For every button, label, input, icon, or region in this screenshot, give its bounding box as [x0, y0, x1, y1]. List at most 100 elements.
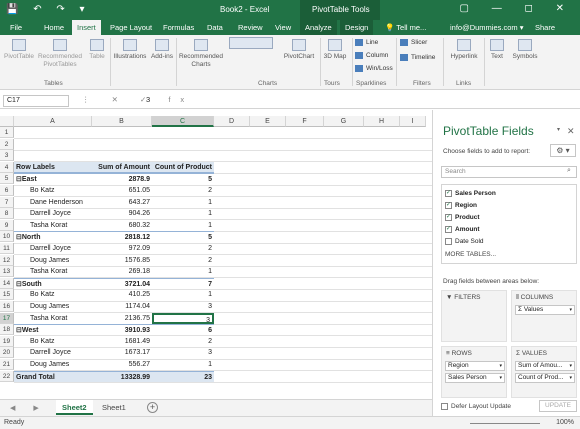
pane-close-button[interactable]: ✕ [567, 126, 575, 137]
table-cell[interactable]: Bo Katz [14, 289, 92, 300]
filters-area[interactable]: ▼ FILTERS [441, 290, 507, 342]
grand-total-cell[interactable]: Grand Total [14, 370, 92, 382]
row-header[interactable]: 7 [0, 196, 14, 208]
values-area[interactable]: Σ VALUES Sum of Amou... ▾ Count of Prod..… [511, 346, 577, 398]
share-button[interactable]: Share [535, 23, 555, 32]
region-cell[interactable]: ⊟South [14, 277, 92, 289]
sheet-tab-sheet2[interactable]: Sheet2 [56, 400, 93, 415]
sheet-nav-arrows[interactable]: ◀ ▶ [10, 404, 47, 412]
table-cell[interactable]: 972.09 [92, 243, 152, 254]
table-cell[interactable]: 2 [152, 255, 214, 266]
grand-total-cell[interactable]: 13328.99 [92, 370, 152, 382]
table-cell[interactable] [152, 139, 214, 150]
table-cell[interactable]: Darrell Joyce [14, 208, 92, 219]
values-chip-sum-amount[interactable]: Sum of Amou... ▾ [515, 361, 575, 371]
row-header[interactable]: 4 [0, 161, 14, 173]
table-cell[interactable]: Doug James [14, 255, 92, 266]
region-cell[interactable]: 2878.9 [92, 173, 152, 184]
row-header[interactable]: 22 [0, 370, 14, 382]
account-menu[interactable]: info@Dummies.com ▾ [450, 23, 523, 32]
field-checkbox[interactable]: ✓ [445, 226, 452, 233]
sparkline-column-button[interactable]: Column [355, 52, 388, 59]
illustrations-button[interactable]: Illustrations [112, 39, 148, 61]
table-cell[interactable]: 2 [152, 243, 214, 254]
tab-analyze[interactable]: Analyze [300, 20, 337, 35]
table-cell[interactable]: Doug James [14, 359, 92, 370]
field-checkbox[interactable]: ✓ [445, 202, 452, 209]
table-cell[interactable]: Bo Katz [14, 185, 92, 196]
row-header[interactable]: 20 [0, 347, 14, 359]
row-header[interactable]: 8 [0, 208, 14, 220]
gear-icon[interactable]: ⚙ ▾ [550, 144, 576, 157]
table-cell[interactable]: 2136.75 [92, 313, 152, 324]
row-header[interactable]: 18 [0, 324, 14, 336]
table-cell[interactable]: 3 [152, 312, 214, 324]
column-header-i[interactable]: I [400, 116, 426, 127]
formula-icons[interactable]: ⋮ ✕ ✓ fx [82, 95, 194, 104]
text-button[interactable]: Text [486, 39, 508, 61]
row-header[interactable]: 21 [0, 359, 14, 370]
table-cell[interactable]: Dane Henderson [14, 197, 92, 208]
table-button[interactable]: Table [86, 39, 108, 61]
row-header[interactable]: 15 [0, 289, 14, 301]
table-cell[interactable] [14, 150, 92, 161]
3d-map-button[interactable]: 3D Map [322, 39, 348, 61]
pane-options-dropdown[interactable]: ▾ [557, 126, 560, 133]
field-checkbox[interactable]: ✓ [445, 214, 452, 221]
row-header[interactable]: 14 [0, 277, 14, 289]
tell-me-box[interactable]: 💡 Tell me... [385, 23, 426, 32]
tab-formulas[interactable]: Formulas [163, 23, 194, 32]
column-header-g[interactable]: G [324, 116, 364, 127]
column-header-a[interactable]: A [14, 116, 92, 127]
table-cell[interactable]: 269.18 [92, 266, 152, 277]
row-header[interactable]: 9 [0, 219, 14, 231]
add-sheet-button[interactable]: + [147, 402, 158, 413]
addins-button[interactable]: Add-ins [150, 39, 174, 61]
defer-layout-update[interactable]: Defer Layout Update [441, 403, 511, 410]
table-cell[interactable] [152, 127, 214, 138]
row-header[interactable]: 5 [0, 173, 14, 185]
field-checkbox[interactable]: ✓ [445, 190, 452, 197]
update-button[interactable]: UPDATE [539, 400, 577, 412]
rows-area[interactable]: ≡ ROWS Region ▾ Sales Person ▾ [441, 346, 507, 398]
column-header-e[interactable]: E [250, 116, 286, 127]
table-cell[interactable]: 1 [152, 197, 214, 208]
sparkline-winloss-button[interactable]: Win/Loss [355, 65, 393, 72]
tab-file[interactable]: File [10, 23, 22, 32]
sheet-tab-sheet1[interactable]: Sheet1 [96, 400, 132, 415]
table-cell[interactable] [14, 139, 92, 150]
formula-input[interactable]: 3 [146, 95, 150, 104]
region-cell[interactable]: 3910.93 [92, 324, 152, 335]
grand-total-cell[interactable]: 23 [152, 370, 214, 382]
pivot-header-cell[interactable]: Sum of Amount [92, 161, 152, 173]
table-cell[interactable]: 1 [152, 266, 214, 277]
table-cell[interactable]: 904.26 [92, 208, 152, 219]
region-cell[interactable]: 6 [152, 324, 214, 335]
table-cell[interactable]: 1 [152, 359, 214, 370]
table-cell[interactable]: 643.27 [92, 197, 152, 208]
sparkline-line-button[interactable]: Line [355, 39, 378, 46]
row-header[interactable]: 10 [0, 231, 14, 243]
table-cell[interactable]: Tasha Korat [14, 313, 92, 324]
field-item[interactable]: Date Sold [445, 238, 484, 245]
more-tables-link[interactable]: MORE TABLES... [445, 251, 496, 258]
select-all-corner[interactable] [0, 116, 14, 127]
name-box[interactable]: C17 [3, 95, 69, 107]
table-cell[interactable]: 3 [152, 347, 214, 358]
region-cell[interactable]: 2818.12 [92, 231, 152, 242]
table-cell[interactable]: Darrell Joyce [14, 243, 92, 254]
field-item[interactable]: ✓ Sales Person [445, 190, 496, 197]
columns-values-chip[interactable]: Σ Values ▾ [515, 305, 575, 315]
row-header[interactable]: 19 [0, 335, 14, 347]
rows-chip-region[interactable]: Region ▾ [445, 361, 505, 371]
region-cell[interactable]: 5 [152, 231, 214, 242]
tab-design[interactable]: Design [340, 20, 374, 35]
row-header[interactable]: 3 [0, 150, 14, 162]
chart-type-icons[interactable] [226, 37, 276, 59]
region-cell[interactable]: 3721.04 [92, 277, 152, 289]
row-header[interactable]: 1 [0, 127, 14, 138]
column-header-h[interactable]: H [364, 116, 400, 127]
hyperlink-button[interactable]: Hyperlink [446, 39, 482, 61]
region-cell[interactable]: ⊟North [14, 231, 92, 242]
table-cell[interactable] [92, 127, 152, 138]
